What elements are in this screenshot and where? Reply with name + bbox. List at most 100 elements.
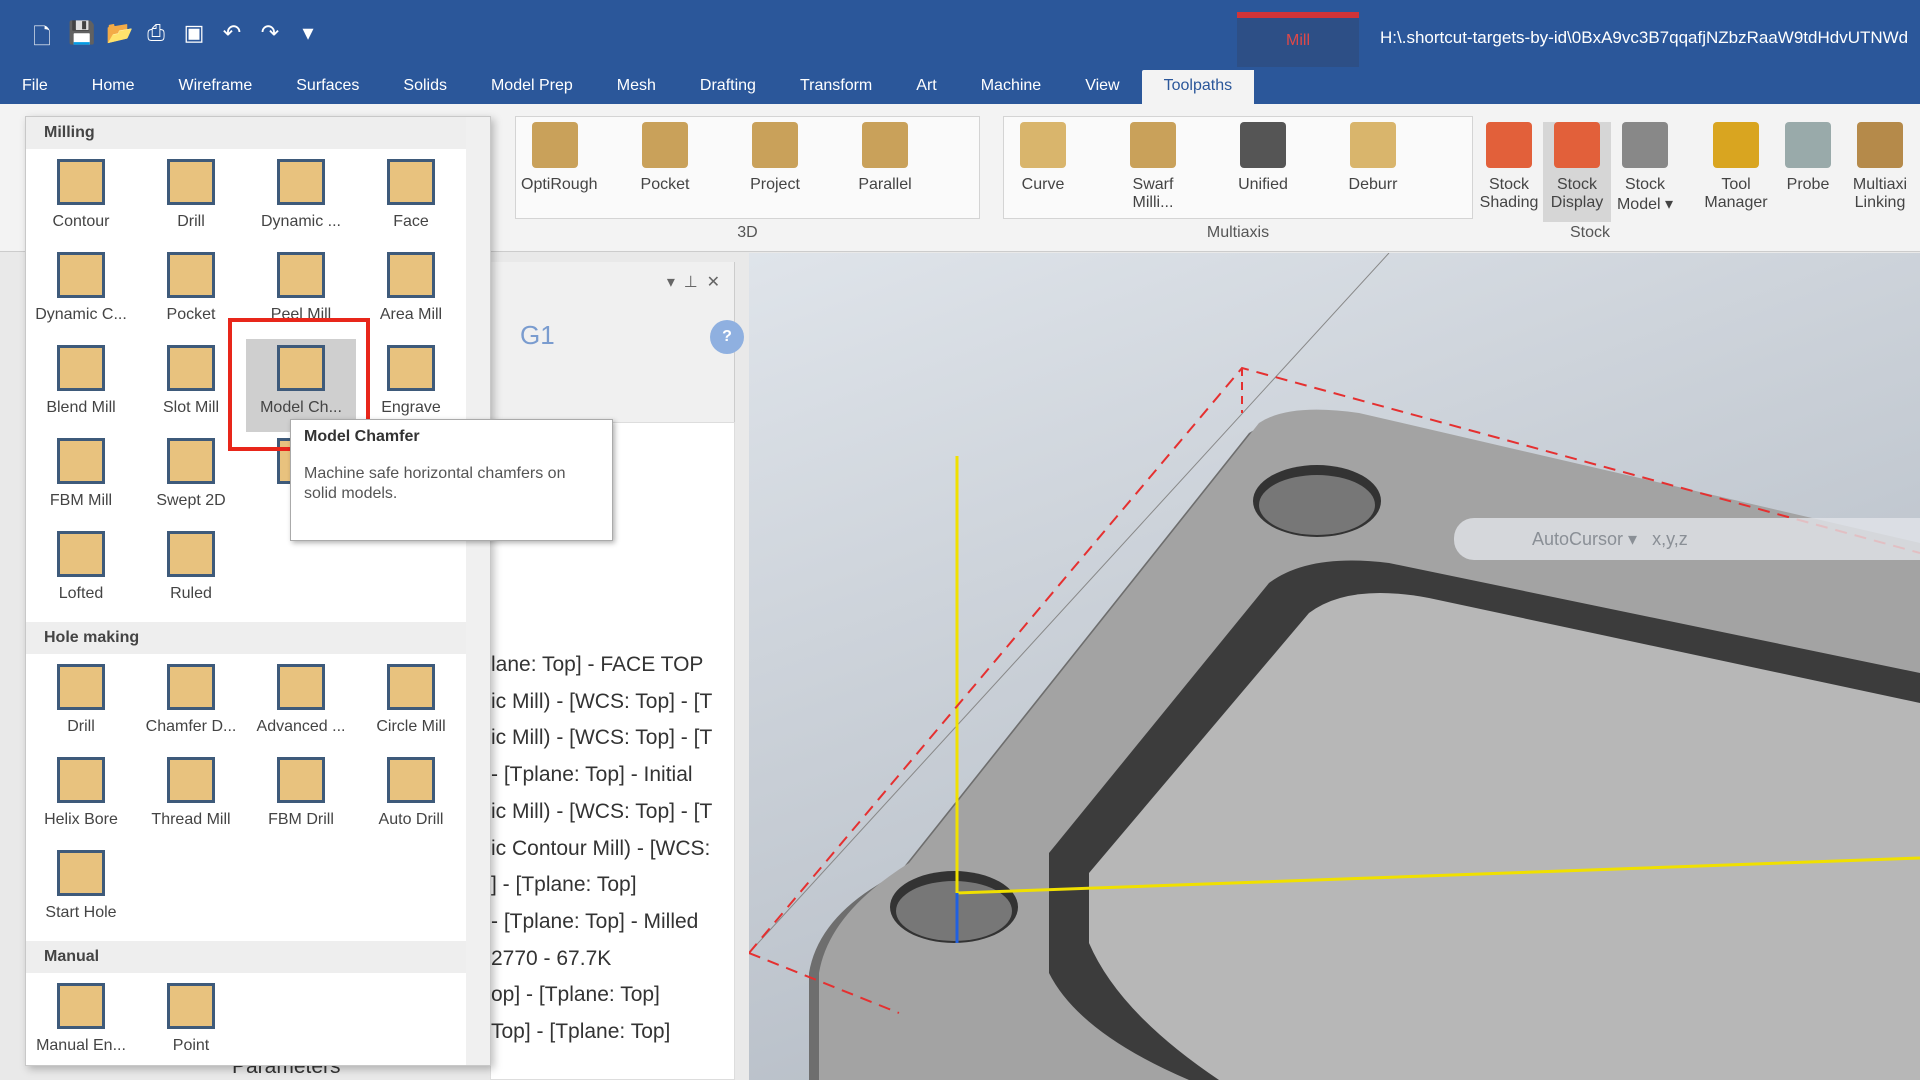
operation-row[interactable]: ] - [Tplane: Top] xyxy=(491,873,731,897)
dynamic-icon xyxy=(277,159,325,205)
ribbon-button-label: Probe xyxy=(1786,176,1830,193)
gallery-item-label: Circle Mill xyxy=(376,718,446,735)
g1-button[interactable]: G1 xyxy=(520,320,555,351)
ribbon-button-unified[interactable]: Unified xyxy=(1229,122,1297,194)
operation-row[interactable]: ic Mill) - [WCS: Top] - [T xyxy=(491,800,731,824)
tab-drafting[interactable]: Drafting xyxy=(678,70,778,104)
xyz-input-icon[interactable]: x,y,z xyxy=(1652,529,1688,549)
ribbon-button-multiaxi-linking[interactable]: Multiaxi Linking xyxy=(1846,122,1914,212)
gallery-item-start-hole[interactable]: Start Hole xyxy=(26,844,136,937)
graphics-viewport[interactable]: AutoCursor ▾ x,y,z xyxy=(749,253,1920,1080)
pin-icon[interactable]: ⊥ xyxy=(684,274,698,291)
operation-row[interactable]: ic Contour Mill) - [WCS: xyxy=(491,837,731,861)
gallery-item-drill[interactable]: Drill xyxy=(26,658,136,751)
ribbon-button-stock-shading[interactable]: Stock Shading xyxy=(1475,122,1543,212)
tab-machine[interactable]: Machine xyxy=(959,70,1063,104)
lofted-icon xyxy=(57,531,105,577)
operation-row[interactable]: ic Mill) - [WCS: Top] - [T xyxy=(491,690,731,714)
gallery-item-label: Contour xyxy=(52,213,110,230)
operation-row[interactable]: - [Tplane: Top] - Milled xyxy=(491,910,731,934)
gallery-item-label: FBM Drill xyxy=(268,811,334,828)
ribbon-button-project[interactable]: Project xyxy=(741,122,809,194)
tab-file[interactable]: File xyxy=(0,70,70,104)
gallery-item-thread-mill[interactable]: Thread Mill xyxy=(136,751,246,844)
auto-drill-icon xyxy=(387,757,435,803)
operation-row[interactable]: - [Tplane: Top] - Initial xyxy=(491,763,731,787)
redo-icon[interactable]: ↷ xyxy=(258,20,282,58)
gallery-item-circle-mill[interactable]: Circle Mill xyxy=(356,658,466,751)
operation-row[interactable]: ic Mill) - [WCS: Top] - [T xyxy=(491,726,731,750)
operation-row[interactable]: Top] - [Tplane: Top] xyxy=(491,1020,731,1044)
multiaxi-linking-icon xyxy=(1857,122,1903,168)
gallery-item-lofted[interactable]: Lofted xyxy=(26,525,136,618)
operation-row[interactable]: 2770 - 67.7K xyxy=(491,947,731,971)
tab-view[interactable]: View xyxy=(1063,70,1141,104)
tooltip-title: Model Chamfer xyxy=(304,428,420,445)
curve-icon xyxy=(1020,122,1066,168)
tab-wireframe[interactable]: Wireframe xyxy=(156,70,274,104)
ribbon-button-optirough[interactable]: OptiRough xyxy=(521,122,598,194)
project-icon xyxy=(752,122,798,168)
gallery-item-ruled[interactable]: Ruled xyxy=(136,525,246,618)
ribbon-button-label: Deburr xyxy=(1348,176,1398,193)
gallery-item-fbm-mill[interactable]: FBM Mill xyxy=(26,432,136,525)
ribbon-button-deburr[interactable]: Deburr xyxy=(1339,122,1407,194)
gallery-item-manual-en[interactable]: Manual En... xyxy=(26,977,136,1070)
gallery-item-auto-drill[interactable]: Auto Drill xyxy=(356,751,466,844)
ribbon-button-swarf-milli[interactable]: Swarf Milli... xyxy=(1119,122,1187,212)
gallery-scrollbar[interactable] xyxy=(466,117,490,1065)
tab-home[interactable]: Home xyxy=(70,70,157,104)
gallery-item-chamfer-d[interactable]: Chamfer D... xyxy=(136,658,246,751)
ribbon-button-parallel[interactable]: Parallel xyxy=(851,122,919,194)
ribbon-button-stock-model[interactable]: Stock Model ▾ xyxy=(1611,122,1679,214)
ribbon-button-tool-manager[interactable]: Tool Manager xyxy=(1702,122,1770,212)
gallery-item-blend-mill[interactable]: Blend Mill xyxy=(26,339,136,432)
gallery-item-helix-bore[interactable]: Helix Bore xyxy=(26,751,136,844)
face-icon xyxy=(387,159,435,205)
gallery-item-contour[interactable]: Contour xyxy=(26,153,136,246)
tab-transform[interactable]: Transform xyxy=(778,70,894,104)
operation-row[interactable]: lane: Top] - FACE TOP xyxy=(491,653,731,677)
autocursor-dropdown[interactable]: AutoCursor ▾ xyxy=(1532,529,1637,549)
undo-icon[interactable]: ↶ xyxy=(220,20,244,58)
gallery-item-area-mill[interactable]: Area Mill xyxy=(356,246,466,339)
save-as-icon[interactable]: ▣ xyxy=(182,20,206,58)
tab-surfaces[interactable]: Surfaces xyxy=(274,70,381,104)
new-file-icon[interactable]: 🗋 xyxy=(30,20,54,58)
gallery-item-dynamic[interactable]: Dynamic ... xyxy=(246,153,356,246)
tab-model-prep[interactable]: Model Prep xyxy=(469,70,595,104)
tab-solids[interactable]: Solids xyxy=(381,70,469,104)
gallery-item-advanced[interactable]: Advanced ... xyxy=(246,658,356,751)
pocket-icon xyxy=(642,122,688,168)
gallery-item-drill[interactable]: Drill xyxy=(136,153,246,246)
group-label-stock: Stock xyxy=(1569,224,1610,241)
gallery-item-label: Blend Mill xyxy=(46,399,116,416)
group-label-multiaxis: Multiaxis xyxy=(1206,224,1270,241)
gallery-item-dynamic-c[interactable]: Dynamic C... xyxy=(26,246,136,339)
gallery-item-point[interactable]: Point xyxy=(136,977,246,1070)
tab-mesh[interactable]: Mesh xyxy=(595,70,678,104)
operation-row[interactable]: op] - [Tplane: Top] xyxy=(491,983,731,1007)
ribbon-button-curve[interactable]: Curve xyxy=(1009,122,1077,194)
ribbon-button-label: Tool Manager xyxy=(1704,176,1768,211)
dropdown-icon[interactable]: ▾ xyxy=(667,274,675,291)
pocket-icon xyxy=(167,252,215,298)
section-grid: Manual En... Point xyxy=(26,973,466,1074)
open-icon[interactable]: 📂 xyxy=(106,20,133,58)
ribbon-button-pocket[interactable]: Pocket xyxy=(631,122,699,194)
gallery-item-fbm-drill[interactable]: FBM Drill xyxy=(246,751,356,844)
probe-icon xyxy=(1785,122,1831,168)
ribbon-button-probe[interactable]: Probe xyxy=(1774,122,1842,194)
customize-icon[interactable]: ▾ xyxy=(296,20,320,58)
ribbon-button-label: Stock Shading xyxy=(1479,176,1539,211)
tab-art[interactable]: Art xyxy=(894,70,958,104)
help-icon[interactable]: ? xyxy=(710,320,744,354)
gallery-item-face[interactable]: Face xyxy=(356,153,466,246)
close-icon[interactable]: ✕ xyxy=(707,274,720,291)
save-icon[interactable]: 💾 xyxy=(68,20,95,58)
gallery-item-label: Ruled xyxy=(170,585,212,602)
fbm-mill-icon xyxy=(57,438,105,484)
print-icon[interactable]: ⎙ xyxy=(144,20,168,58)
ribbon-button-stock-display[interactable]: Stock Display xyxy=(1543,122,1611,222)
tab-toolpaths[interactable]: Toolpaths xyxy=(1141,70,1255,104)
